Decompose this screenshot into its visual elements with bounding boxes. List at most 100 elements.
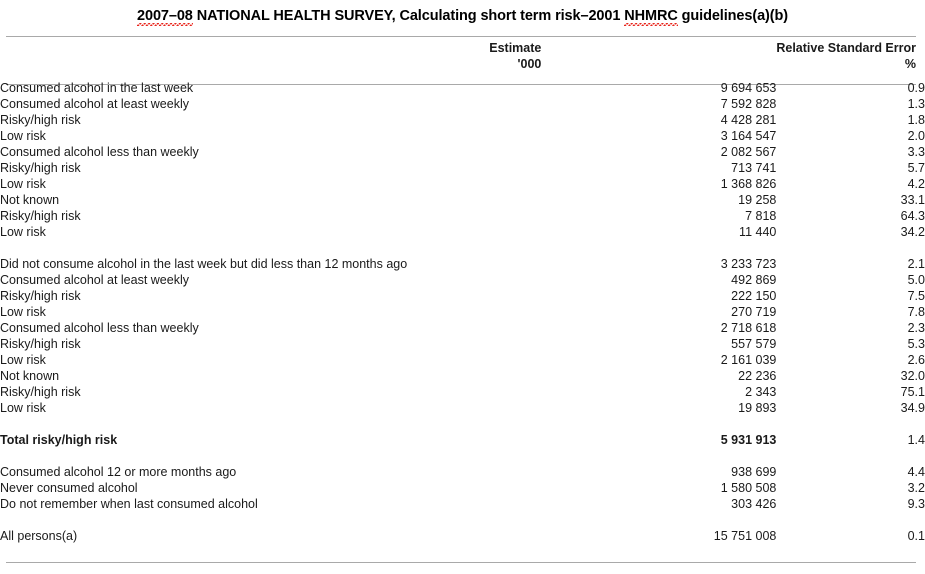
table-row: Consumed alcohol less than weekly 2 718 6… xyxy=(0,320,925,336)
table-row: Low risk 270 719 7.8 xyxy=(0,304,925,320)
title-segment-tail: guidelines(a)(b) xyxy=(677,8,788,24)
spacer-row xyxy=(0,416,925,432)
table-row: Do not remember when last consumed alcoh… xyxy=(0,496,925,512)
spacer-row xyxy=(0,512,925,528)
row-label: Not known xyxy=(0,369,60,383)
row-rse: 4.4 xyxy=(907,465,925,479)
table-row: Did not consume alcohol in the last week… xyxy=(0,256,925,272)
row-estimate: 938 699 xyxy=(731,465,777,479)
row-label: Never consumed alcohol xyxy=(0,481,138,495)
row-estimate: 7 592 828 xyxy=(720,97,777,111)
row-rse: 75.1 xyxy=(900,385,925,399)
table-row: Consumed alcohol in the last week 9 694 6… xyxy=(0,80,925,96)
row-rse: 5.7 xyxy=(907,161,925,175)
row-estimate: 3 164 547 xyxy=(720,129,777,143)
column-header-label-unit xyxy=(0,56,465,72)
table-row: Low risk 2 161 039 2.6 xyxy=(0,352,925,368)
rule-table-bottom xyxy=(6,562,916,563)
table-row: Risky/high risk 222 150 7.5 xyxy=(0,288,925,304)
row-rse: 33.1 xyxy=(900,193,925,207)
table-row: All persons(a) 15 751 008 0.1 xyxy=(0,528,925,544)
row-rse: 2.6 xyxy=(907,353,925,367)
row-label: Low risk xyxy=(0,177,46,191)
row-label: Low risk xyxy=(0,225,46,239)
row-label: Consumed alcohol at least weekly xyxy=(0,97,189,111)
spacer-row xyxy=(0,240,925,256)
table-row: Risky/high risk 7 818 64.3 xyxy=(0,208,925,224)
title-segment-main: NATIONAL HEALTH SURVEY, Calculating shor… xyxy=(192,8,625,24)
title-segment-year: 2007–08 xyxy=(137,8,193,26)
row-estimate: 5 931 913 xyxy=(720,433,777,447)
table-row: Low risk 3 164 547 2.0 xyxy=(0,128,925,144)
table-sheet: 2007–08 NATIONAL HEALTH SURVEY, Calculat… xyxy=(0,0,925,574)
row-rse: 5.0 xyxy=(907,273,925,287)
table-row: Consumed alcohol less than weekly 2 082 5… xyxy=(0,144,925,160)
row-estimate: 557 579 xyxy=(731,337,777,351)
table-row: Not known 22 236 32.0 xyxy=(0,368,925,384)
row-label: Low risk xyxy=(0,129,46,143)
row-estimate: 303 426 xyxy=(731,497,777,511)
row-rse: 1.3 xyxy=(907,97,925,111)
row-rse: 0.9 xyxy=(907,81,925,95)
header-row-line1: Estimate Relative Standard Error xyxy=(0,40,925,56)
table-row: Risky/high risk 2 343 75.1 xyxy=(0,384,925,400)
row-label: Risky/high risk xyxy=(0,161,81,175)
table-header: Estimate Relative Standard Error '000 % xyxy=(0,40,925,80)
table-row: Risky/high risk 713 741 5.7 xyxy=(0,160,925,176)
row-label: All persons(a) xyxy=(0,529,78,543)
row-rse: 7.5 xyxy=(907,289,925,303)
row-rse: 2.1 xyxy=(907,257,925,271)
row-estimate: 270 719 xyxy=(731,305,777,319)
row-rse: 2.0 xyxy=(907,129,925,143)
row-rse: 3.3 xyxy=(907,145,925,159)
row-label: Consumed alcohol at least weekly xyxy=(0,273,189,287)
column-header-rse-unit: % xyxy=(904,57,916,71)
row-label: Low risk xyxy=(0,353,46,367)
column-header-estimate: Estimate xyxy=(489,41,542,55)
row-rse: 1.8 xyxy=(907,113,925,127)
row-estimate: 4 428 281 xyxy=(720,113,777,127)
row-label: Low risk xyxy=(0,305,46,319)
row-label: Risky/high risk xyxy=(0,385,81,399)
row-label: Total risky/high risk xyxy=(0,433,118,447)
title-container: 2007–08 NATIONAL HEALTH SURVEY, Calculat… xyxy=(0,0,925,26)
row-rse: 3.2 xyxy=(907,481,925,495)
header-row-line2: '000 % xyxy=(0,56,925,72)
row-rse: 34.2 xyxy=(900,225,925,239)
table-row: Consumed alcohol at least weekly 492 869 5… xyxy=(0,272,925,288)
statistics-table: Estimate Relative Standard Error '000 % … xyxy=(0,40,925,544)
header-bottom-spacer xyxy=(0,72,925,80)
table-row: Low risk 11 440 34.2 xyxy=(0,224,925,240)
row-estimate: 2 082 567 xyxy=(720,145,777,159)
row-label: Did not consume alcohol in the last week… xyxy=(0,257,408,271)
row-label: Risky/high risk xyxy=(0,337,81,351)
row-estimate: 7 818 xyxy=(745,209,777,223)
row-rse: 2.3 xyxy=(907,321,925,335)
row-label: Consumed alcohol less than weekly xyxy=(0,321,199,335)
row-estimate: 2 718 618 xyxy=(720,321,777,335)
row-rse: 1.4 xyxy=(907,433,925,447)
row-estimate: 1 368 826 xyxy=(720,177,777,191)
row-estimate: 11 440 xyxy=(739,225,777,239)
row-rse: 4.2 xyxy=(907,177,925,191)
table-row: Risky/high risk 4 428 281 1.8 xyxy=(0,112,925,128)
column-header-rse: Relative Standard Error xyxy=(776,41,916,55)
table-row: Not known 19 258 33.1 xyxy=(0,192,925,208)
row-estimate: 15 751 008 xyxy=(713,529,777,543)
row-label: Consumed alcohol 12 or more months ago xyxy=(0,465,237,479)
row-label: Risky/high risk xyxy=(0,209,81,223)
row-rse: 7.8 xyxy=(907,305,925,319)
table-row-total: Total risky/high risk 5 931 913 1.4 xyxy=(0,432,925,448)
column-header-estimate-unit: '000 xyxy=(517,57,542,71)
table-row: Low risk 19 893 34.9 xyxy=(0,400,925,416)
table-row: Risky/high risk 557 579 5.3 xyxy=(0,336,925,352)
rule-below-title xyxy=(6,36,916,37)
column-header-label xyxy=(0,40,465,56)
table-row: Low risk 1 368 826 4.2 xyxy=(0,176,925,192)
spacer-row xyxy=(0,448,925,464)
row-label: Not known xyxy=(0,193,60,207)
row-estimate: 1 580 508 xyxy=(720,481,777,495)
row-estimate: 713 741 xyxy=(731,161,777,175)
row-label: Low risk xyxy=(0,401,46,415)
table-row: Never consumed alcohol 1 580 508 3.2 xyxy=(0,480,925,496)
